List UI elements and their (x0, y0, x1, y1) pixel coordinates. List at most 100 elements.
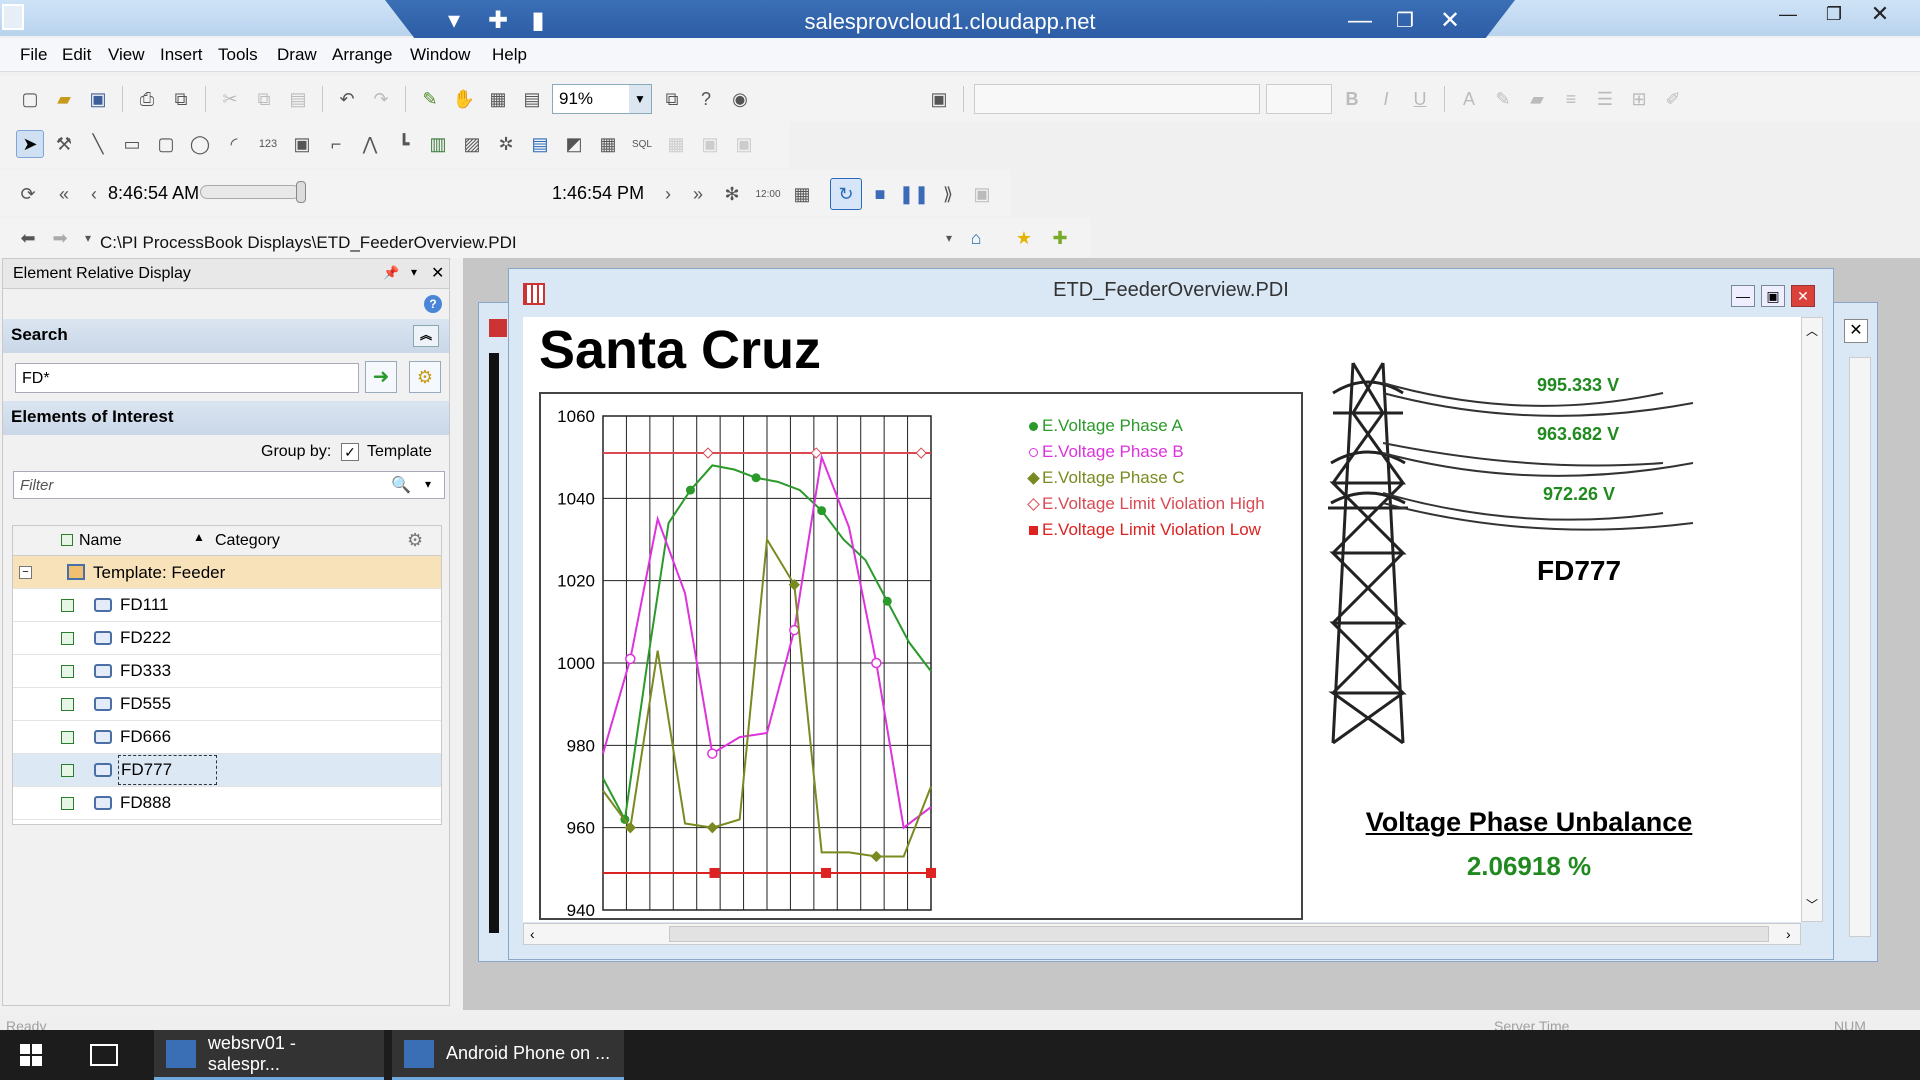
search-options-icon[interactable]: ⚙ (409, 361, 441, 393)
undo-icon[interactable]: ↶ (333, 85, 361, 113)
format-panel-icon[interactable]: ▣ (925, 85, 953, 113)
xy-plot-tool-icon[interactable]: ◩ (560, 130, 588, 158)
refresh-icon[interactable]: ⟳ (14, 180, 42, 208)
search-go-arrow-icon[interactable]: ➜ (365, 361, 397, 393)
address-path[interactable]: C:\PI ProcessBook Displays\ETD_FeederOve… (100, 233, 517, 253)
back-arrow-icon[interactable]: ⬅ (14, 224, 42, 252)
rewind-icon[interactable]: « (50, 180, 78, 208)
doc-maximize-button[interactable]: ▣ (1761, 285, 1785, 307)
menu-help[interactable]: Help (492, 45, 527, 65)
rdp-restore-button[interactable]: ❐ (1388, 6, 1422, 36)
search-icon[interactable]: 🔍 (391, 475, 411, 495)
menu-tools[interactable]: Tools (218, 45, 258, 65)
grid-icon[interactable]: ▦ (484, 85, 512, 113)
doc-close-button[interactable]: ✕ (1791, 285, 1815, 307)
italic-icon[interactable]: I (1372, 85, 1400, 113)
clock-icon[interactable]: 12:00 (754, 180, 782, 208)
table-row-selected[interactable]: FD777 (13, 754, 441, 787)
minimize-button[interactable]: — (1765, 0, 1811, 30)
template-group-row[interactable]: − Template: Feeder (13, 556, 441, 589)
format-painter-icon[interactable]: ✐ (1659, 85, 1687, 113)
doc-vertical-scrollbar[interactable]: ︿ ﹀ (1801, 317, 1823, 922)
taskbar-item-websrv[interactable]: websrv01 - salespr... (154, 1030, 384, 1080)
line-weight-icon[interactable]: ☰ (1591, 85, 1619, 113)
collapse-up-icon[interactable]: ︽ (413, 325, 439, 347)
row-checkbox-icon[interactable] (61, 763, 74, 777)
column-settings-gear-icon[interactable]: ⚙ (407, 530, 423, 551)
table-row[interactable]: FD888 (13, 787, 441, 820)
copy-icon[interactable]: ⧉ (250, 85, 278, 113)
font-size-select[interactable] (1266, 84, 1332, 114)
close-button[interactable]: ✕ (1857, 0, 1903, 30)
rounded-rect-tool-icon[interactable]: ▢ (152, 130, 180, 158)
restore-button[interactable]: ❐ (1811, 0, 1857, 30)
open-folder-icon[interactable]: ▰ (50, 85, 78, 113)
time-window-icon[interactable]: ▦ (788, 180, 816, 208)
pause-icon[interactable]: ❚❚ (899, 180, 929, 208)
export-time-icon[interactable]: ▣ (968, 180, 996, 208)
arc-tool-icon[interactable]: ◜ (220, 130, 248, 158)
menu-draw[interactable]: Draw (277, 45, 317, 65)
menu-insert[interactable]: Insert (160, 45, 203, 65)
line-color-icon[interactable]: ✎ (1489, 85, 1517, 113)
symbol-tool-icon[interactable]: ✲ (492, 130, 520, 158)
row-checkbox-icon[interactable] (61, 664, 74, 678)
time-slider-handle[interactable] (296, 181, 306, 203)
zoom-select[interactable]: 91% ▼ (552, 84, 652, 114)
group-by-checkbox[interactable]: ✓ (341, 443, 359, 461)
rectangle-tool-icon[interactable]: ▭ (118, 130, 146, 158)
scroll-right-icon[interactable]: › (1786, 926, 1791, 942)
rdp-close-button[interactable]: ✕ (1433, 6, 1467, 36)
step-back-icon[interactable]: ‹ (80, 180, 108, 208)
connector-tool-icon[interactable]: ⌐ (322, 130, 350, 158)
menu-view[interactable]: View (108, 45, 145, 65)
forward-arrow-icon[interactable]: ➡ (46, 224, 74, 252)
line-style-icon[interactable]: ≡ (1557, 85, 1585, 113)
row-checkbox-icon[interactable] (61, 730, 74, 744)
speed-icon[interactable]: ⟫ (934, 180, 962, 208)
print-icon[interactable]: ⎙ (133, 85, 161, 113)
scroll-up-icon[interactable]: ︿ (1806, 322, 1818, 339)
legend-limit-low[interactable]: E.Voltage Limit Violation Low (1029, 520, 1261, 540)
table-row[interactable]: FD111 (13, 589, 441, 622)
legend-phase-b[interactable]: E.Voltage Phase B (1029, 442, 1184, 462)
address-dropdown-icon[interactable]: ▾ (935, 224, 963, 252)
fit-window-icon[interactable]: ⧉ (658, 85, 686, 113)
bar-chart-tool-icon[interactable]: ▥ (424, 130, 452, 158)
image-tool-icon[interactable]: ▨ (458, 130, 486, 158)
update-on-icon[interactable]: ↻ (830, 178, 862, 210)
line-tool-icon[interactable]: ╲ (84, 130, 112, 158)
table-row[interactable]: FD666 (13, 721, 441, 754)
row-checkbox-icon[interactable] (61, 697, 74, 711)
align-icon[interactable]: ⊞ (1625, 85, 1653, 113)
doc-horizontal-scrollbar[interactable]: ‹ › (523, 923, 1801, 945)
task-view-icon[interactable] (90, 1044, 118, 1066)
windows-start-icon[interactable] (20, 1044, 42, 1066)
now-icon[interactable]: ✻ (718, 180, 746, 208)
end-time[interactable]: 1:46:54 PM (552, 183, 644, 204)
filter-input[interactable]: Filter (13, 471, 445, 499)
step-forward-icon[interactable]: › (654, 180, 682, 208)
table-row[interactable]: FD333 (13, 655, 441, 688)
close-icon[interactable]: ✕ (431, 263, 444, 283)
chevron-down-icon[interactable]: ▼ (629, 85, 651, 113)
scroll-thumb[interactable] (669, 926, 1769, 942)
edit-mode-icon[interactable]: ✎ (416, 85, 444, 113)
button-tool-icon[interactable]: ▣ (288, 130, 316, 158)
fill-color-icon[interactable]: ▰ (1523, 85, 1551, 113)
history-dropdown-icon[interactable]: ▾ (74, 224, 102, 252)
wrench-icon[interactable]: ⚒ (50, 130, 78, 158)
disabled-tool-2-icon[interactable]: ▣ (696, 130, 724, 158)
help-pointer-icon[interactable]: ? (692, 85, 720, 113)
bold-icon[interactable]: B (1338, 85, 1366, 113)
table-tool-icon[interactable]: ▦ (594, 130, 622, 158)
row-checkbox-icon[interactable] (61, 796, 74, 810)
sql-tool-icon[interactable]: SQL (628, 130, 656, 158)
scroll-down-icon[interactable]: ﹀ (1806, 896, 1818, 913)
legend-phase-a[interactable]: E.Voltage Phase A (1029, 416, 1183, 436)
save-icon[interactable]: ▣ (84, 85, 112, 113)
menu-arrange[interactable]: Arrange (332, 45, 392, 65)
voltage-trend[interactable]: 1060 1040 1020 1000 980 960 940 E.Voltage Phas… (539, 392, 1303, 920)
stop-icon[interactable]: ■ (866, 180, 894, 208)
add-favorite-icon[interactable]: ✚ (1046, 224, 1074, 252)
